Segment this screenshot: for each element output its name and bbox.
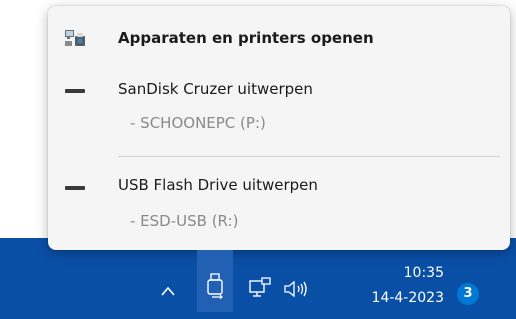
volume-icon[interactable] — [283, 279, 311, 303]
menu-item-eject-sandisk-cruzer[interactable]: SanDisk Cruzer uitwerpen - SCHOONEPC (P:… — [48, 74, 510, 136]
usb-eject-menu: Apparaten en printers openen SanDisk Cru… — [48, 6, 510, 250]
chevron-up-icon[interactable] — [160, 282, 176, 301]
usb-eject-icon[interactable] — [205, 273, 225, 303]
notification-badge[interactable]: 3 — [457, 283, 479, 305]
sandisk-volume-label: - SCHOONEPC (P:) — [130, 114, 266, 132]
clock-date[interactable]: 14-4-2023 — [340, 290, 444, 306]
open-devices-printers-label: Apparaten en printers openen — [118, 29, 374, 47]
usb-drive-icon — [65, 89, 85, 93]
eject-usb-flash-label: USB Flash Drive uitwerpen — [118, 176, 318, 194]
menu-divider — [118, 156, 500, 157]
menu-item-open-devices-printers[interactable]: Apparaten en printers openen — [48, 20, 510, 56]
menu-item-eject-usb-flash-drive[interactable]: USB Flash Drive uitwerpen - ESD-USB (R:) — [48, 170, 510, 232]
eject-sandisk-label: SanDisk Cruzer uitwerpen — [118, 80, 313, 98]
network-icon[interactable] — [249, 277, 273, 303]
usb-drive-icon — [65, 186, 85, 190]
clock-time[interactable]: 10:35 — [340, 265, 444, 281]
usb-flash-volume-label: - ESD-USB (R:) — [130, 212, 239, 230]
devices-printers-icon — [64, 27, 86, 49]
